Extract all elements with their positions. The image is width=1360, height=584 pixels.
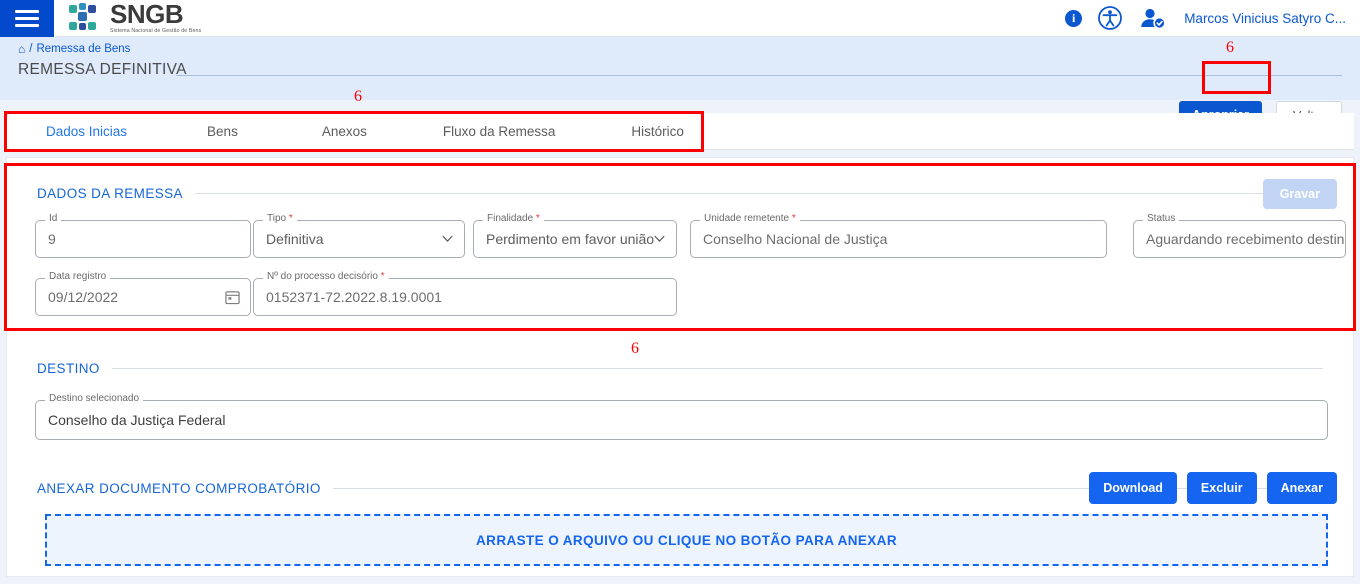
brand-subtitle: Sistema Nacional de Gestão de Bens — [110, 28, 202, 35]
attachment-actions: Download Excluir Anexar — [1089, 472, 1337, 504]
field-label-status: Status — [1143, 213, 1180, 224]
user-name-label[interactable]: Marcos Vinicius Satyro C... — [1184, 11, 1346, 26]
breadcrumb-separator: / — [29, 43, 33, 55]
section-title-destino: DESTINO — [37, 361, 100, 376]
tab-bar: Dados Inicias Bens Anexos Fluxo da Remes… — [6, 113, 1354, 150]
topbar-actions: i Marcos Vinicius Satyro C... — [1065, 6, 1360, 30]
brand-logo[interactable]: SNGB Sistema Nacional de Gestão de Bens — [69, 1, 201, 34]
home-icon[interactable]: ⌂ — [18, 43, 25, 55]
field-processo-decisorio: Nº do processo decisório * 0152371-72.20… — [253, 271, 677, 316]
breadcrumb: ⌂ / Remessa de Bens — [18, 43, 130, 55]
field-finalidade: Finalidade * Perdimento em favor união — [473, 213, 677, 258]
title-divider — [176, 75, 1342, 76]
tab-historico[interactable]: Histórico — [617, 124, 698, 139]
field-label-data-registro: Data registro — [45, 271, 111, 282]
accessibility-icon[interactable] — [1098, 6, 1123, 30]
tipo-value: Definitiva — [266, 231, 324, 247]
chevron-down-icon — [442, 235, 453, 243]
field-label-unidade-remetente: Unidade remetente * — [700, 213, 800, 224]
tab-anexos[interactable]: Anexos — [308, 124, 381, 139]
excluir-button[interactable]: Excluir — [1186, 472, 1257, 504]
tab-fluxo-da-remessa[interactable]: Fluxo da Remessa — [429, 124, 570, 139]
breadcrumb-item-remessa-de-bens[interactable]: Remessa de Bens — [36, 43, 130, 55]
top-bar: SNGB Sistema Nacional de Gestão de Bens … — [0, 0, 1360, 37]
tab-bens[interactable]: Bens — [193, 124, 252, 139]
content-card: DADOS DA REMESSA Gravar Id 9 Tipo * Defi… — [6, 157, 1354, 577]
id-input[interactable]: 9 — [35, 220, 251, 258]
destino-selecionado-input[interactable]: Conselho da Justiça Federal — [35, 400, 1328, 440]
field-label-processo-decisorio: Nº do processo decisório * — [263, 271, 389, 282]
chevron-down-icon — [654, 235, 665, 243]
section-divider — [194, 193, 1323, 194]
calendar-icon[interactable] — [225, 290, 240, 305]
gravar-button[interactable]: Gravar — [1262, 179, 1337, 209]
user-account-icon[interactable] — [1138, 6, 1168, 30]
section-destino-header: DESTINO — [37, 361, 1323, 376]
page-title: REMESSA DEFINITIVA — [18, 61, 187, 78]
finalidade-select[interactable]: Perdimento em favor união — [473, 220, 677, 258]
download-button[interactable]: Download — [1089, 472, 1177, 504]
section-title-dados-da-remessa: DADOS DA REMESSA — [37, 186, 183, 201]
tab-dados-inicias[interactable]: Dados Inicias — [32, 124, 141, 139]
hamburger-icon — [15, 6, 39, 31]
section-title-anexar-documento: ANEXAR DOCUMENTO COMPROBATÓRIO — [37, 481, 321, 496]
file-dropzone[interactable]: ARRASTE O ARQUIVO OU CLIQUE NO BOTÃO PAR… — [45, 514, 1328, 566]
field-label-id: Id — [45, 213, 62, 224]
hamburger-menu-button[interactable] — [0, 0, 54, 37]
field-unidade-remetente: Unidade remetente * Conselho Nacional de… — [690, 213, 1107, 258]
tipo-select[interactable]: Definitiva — [253, 220, 465, 258]
section-divider — [111, 368, 1323, 369]
field-label-destino-selecionado: Destino selecionado — [45, 393, 144, 404]
info-icon[interactable]: i — [1065, 9, 1083, 27]
breadcrumb-band: ⌂ / Remessa de Bens REMESSA DEFINITIVA A… — [0, 37, 1360, 131]
field-status: Status Aguardando recebimento destinatár… — [1133, 213, 1346, 258]
unidade-remetente-input[interactable]: Conselho Nacional de Justiça — [690, 220, 1107, 258]
field-data-registro: Data registro 09/12/2022 — [35, 271, 251, 316]
status-input[interactable]: Aguardando recebimento destinatário — [1133, 220, 1346, 258]
app-root: SNGB Sistema Nacional de Gestão de Bens … — [0, 0, 1360, 584]
brand-title: SNGB — [110, 0, 184, 30]
data-registro-input[interactable]: 09/12/2022 — [35, 278, 251, 316]
field-label-tipo: Tipo * — [263, 213, 297, 224]
sngb-logo-icon — [69, 2, 96, 30]
field-destino-selecionado: Destino selecionado Conselho da Justiça … — [35, 393, 1328, 440]
processo-decisorio-input[interactable]: 0152371-72.2022.8.19.0001 — [253, 278, 677, 316]
section-dados-da-remessa-header: DADOS DA REMESSA — [37, 186, 1323, 201]
field-tipo: Tipo * Definitiva — [253, 213, 465, 258]
finalidade-value: Perdimento em favor união — [486, 231, 655, 247]
data-registro-value: 09/12/2022 — [48, 289, 119, 305]
field-label-finalidade: Finalidade * — [483, 213, 544, 224]
anexar-button[interactable]: Anexar — [1266, 472, 1337, 504]
field-id: Id 9 — [35, 213, 251, 258]
